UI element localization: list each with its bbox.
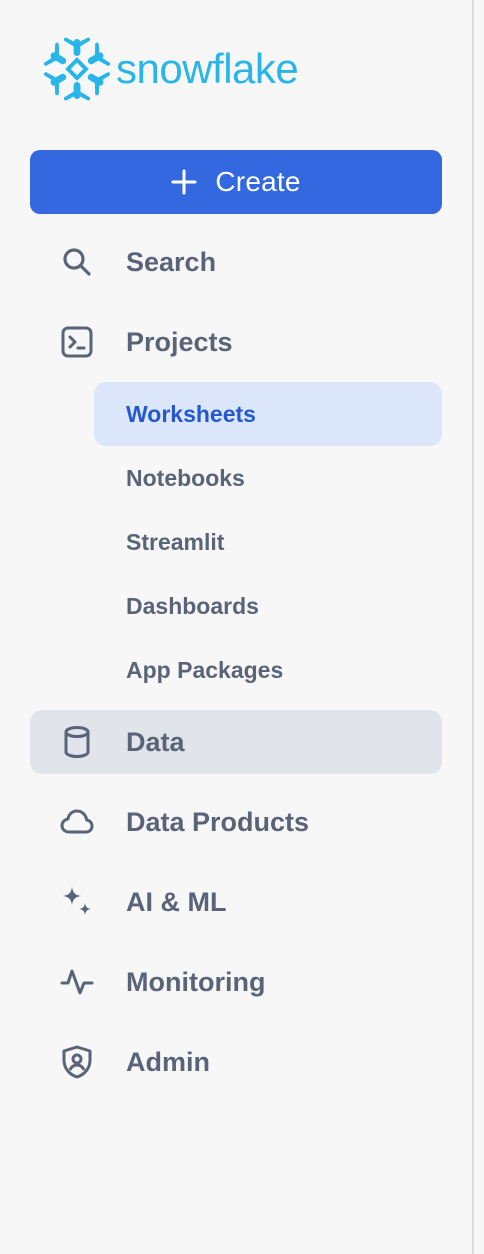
terminal-icon: [60, 325, 94, 359]
nav-item-data-products[interactable]: Data Products: [30, 790, 442, 854]
brand-name: snowflake: [116, 45, 299, 92]
sub-item-app-packages[interactable]: App Packages: [94, 638, 442, 702]
snowflake-logo-icon: [44, 36, 110, 102]
nav-item-label: AI & ML: [126, 886, 227, 917]
database-icon: [60, 725, 94, 759]
create-button[interactable]: Create: [30, 150, 442, 214]
sub-item-label: Streamlit: [126, 528, 225, 555]
nav-item-ai-ml[interactable]: AI & ML: [30, 870, 442, 934]
sub-item-label: Dashboards: [126, 592, 259, 619]
nav-item-label: Search: [126, 246, 217, 277]
nav-item-projects[interactable]: Projects: [30, 310, 442, 374]
brand-logo[interactable]: snowflake: [44, 36, 299, 102]
nav-item-monitoring[interactable]: Monitoring: [30, 950, 442, 1014]
sub-item-streamlit[interactable]: Streamlit: [94, 510, 442, 574]
sparkle-icon: [60, 885, 94, 919]
sub-item-label: Notebooks: [126, 464, 245, 491]
nav-item-label: Projects: [126, 326, 233, 357]
create-button-label: Create: [215, 166, 301, 197]
nav-item-data[interactable]: Data: [30, 710, 442, 774]
sub-item-dashboards[interactable]: Dashboards: [94, 574, 442, 638]
cloud-icon: [60, 805, 94, 839]
nav-item-label: Admin: [126, 1046, 210, 1077]
sidebar-nav: snowflake Create Search Projects Workshe…: [0, 0, 474, 1254]
nav-item-label: Data: [126, 726, 185, 757]
shield-user-icon: [60, 1045, 94, 1079]
activity-icon: [60, 965, 94, 999]
search-icon: [60, 245, 94, 279]
nav-item-admin[interactable]: Admin: [30, 1030, 442, 1094]
nav-item-search[interactable]: Search: [30, 230, 442, 294]
sub-item-label: App Packages: [126, 656, 284, 683]
sub-item-worksheets[interactable]: Worksheets: [94, 382, 442, 446]
plus-icon: [171, 169, 197, 195]
sub-item-notebooks[interactable]: Notebooks: [94, 446, 442, 510]
nav-item-label: Data Products: [126, 806, 310, 837]
nav-item-label: Monitoring: [126, 966, 266, 997]
sub-item-label: Worksheets: [126, 400, 256, 427]
